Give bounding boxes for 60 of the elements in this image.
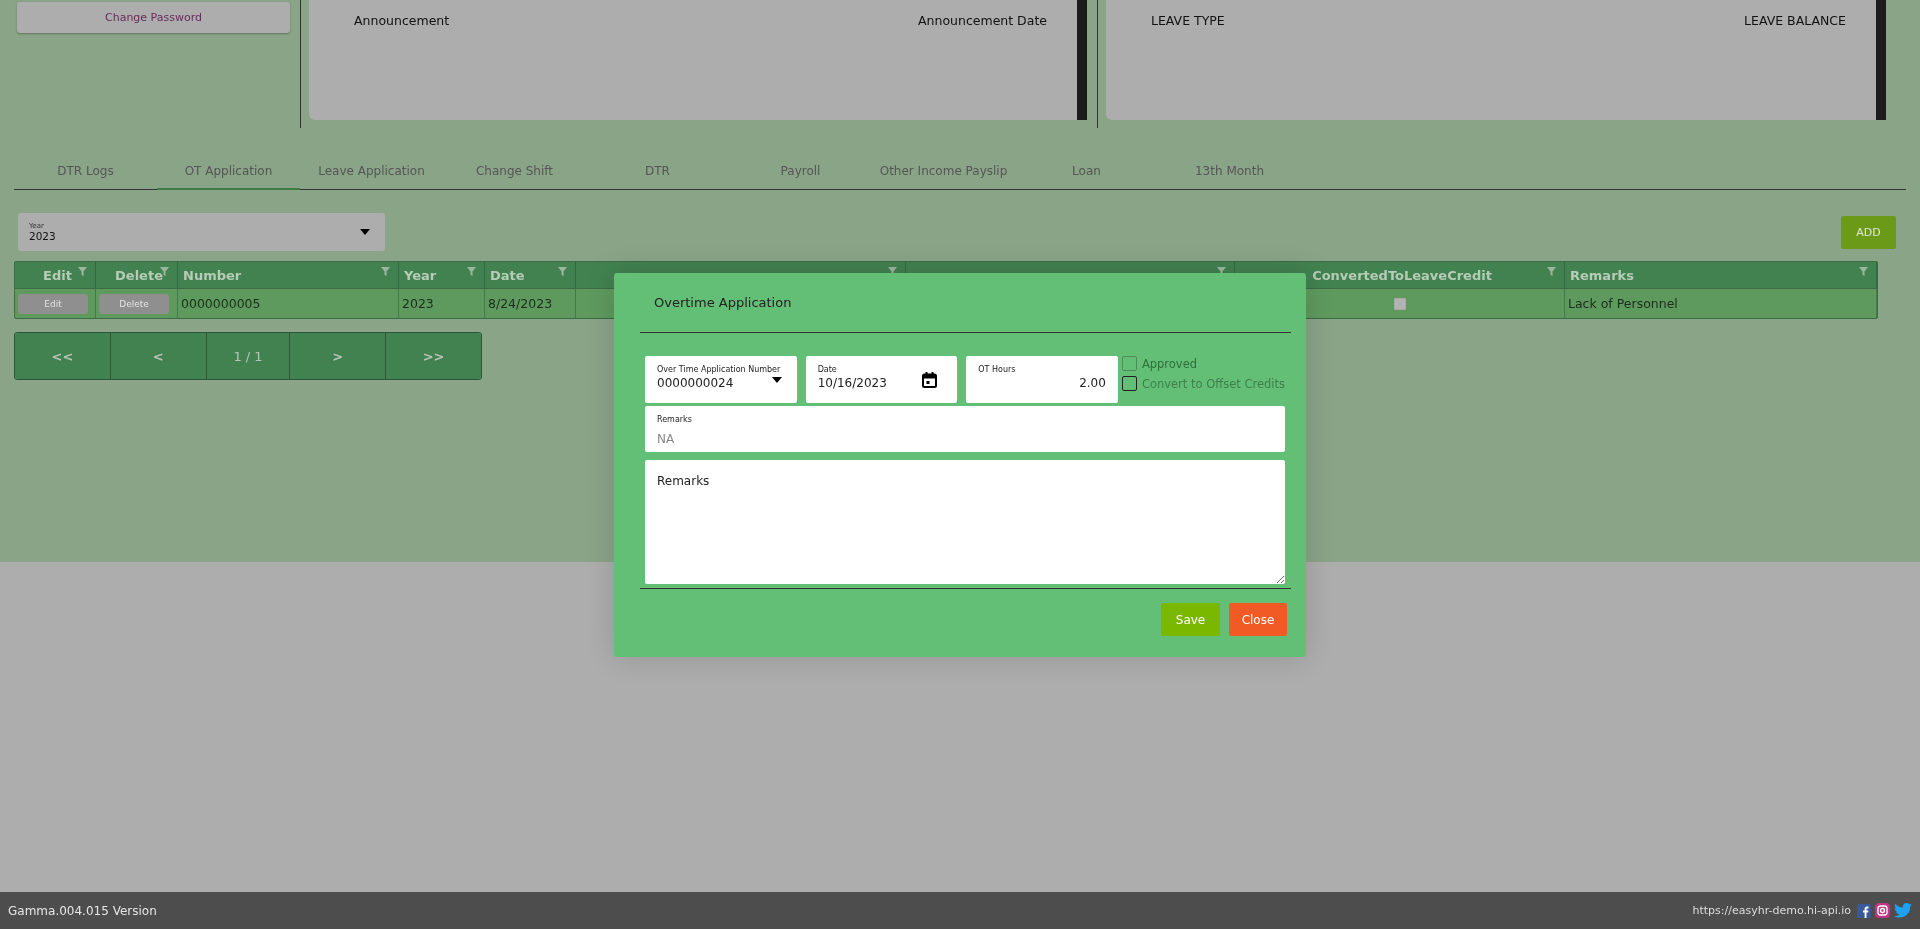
- caret-icon: [771, 377, 782, 383]
- edit-button[interactable]: Edit: [18, 293, 88, 314]
- column-header: LEAVE BALANCE: [1744, 13, 1846, 28]
- table-cell: Lack of Personnel: [1568, 296, 1678, 311]
- last-page-button[interactable]: >>: [386, 333, 481, 379]
- close-button[interactable]: Close: [1229, 603, 1287, 636]
- tab[interactable]: Payroll: [729, 154, 872, 190]
- tab[interactable]: DTR: [586, 154, 729, 190]
- date-field[interactable]: Date 10/16/2023: [805, 356, 958, 403]
- filter-icon[interactable]: [467, 267, 476, 276]
- application-number-select[interactable]: Over Time Application Number 0000000024: [645, 356, 797, 403]
- checkbox-label: Convert to Offset Credits: [1141, 376, 1285, 391]
- column-header: Announcement Date: [918, 13, 1047, 28]
- add-button[interactable]: ADD: [1841, 215, 1896, 249]
- save-button[interactable]: Save: [1161, 603, 1220, 636]
- tab[interactable]: Loan: [1015, 154, 1158, 190]
- filter-icon[interactable]: [78, 267, 87, 276]
- calendar-icon[interactable]: [922, 372, 938, 388]
- checkbox[interactable]: [1121, 376, 1137, 391]
- website-link[interactable]: https://easyhr-demo.hi-api.io: [1692, 904, 1851, 917]
- change-password-button[interactable]: Change Password: [17, 2, 290, 33]
- table-cell: 2023: [402, 296, 434, 311]
- column-header: Year: [404, 267, 437, 283]
- column-header: Number: [183, 267, 242, 283]
- first-page-button[interactable]: <<: [15, 333, 111, 379]
- table-cell: 0000000005: [181, 296, 261, 311]
- filter-icon[interactable]: [1859, 267, 1868, 276]
- version-text: Gamma.004.015 Version: [8, 903, 157, 918]
- tab[interactable]: DTR Logs: [14, 154, 157, 190]
- remarks-textarea[interactable]: Remarks: [645, 460, 1285, 584]
- column-header: Date: [490, 267, 525, 283]
- filter-icon[interactable]: [1547, 267, 1556, 276]
- table-cell: 8/24/2023: [488, 296, 553, 311]
- tab[interactable]: Change Shift: [443, 154, 586, 190]
- filter-icon[interactable]: [381, 267, 390, 276]
- column-header: Edit: [43, 267, 72, 283]
- tab[interactable]: Other Income Payslip: [872, 154, 1015, 190]
- next-page-button[interactable]: >: [290, 333, 387, 379]
- previous-page-button[interactable]: <: [110, 333, 207, 379]
- filter-icon[interactable]: [558, 267, 567, 276]
- column-header: Delete: [115, 267, 163, 283]
- tab[interactable]: 13th Month: [1158, 154, 1301, 190]
- column-header: Announcement: [354, 13, 450, 28]
- delete-button[interactable]: Delete: [99, 293, 169, 314]
- scrollbar[interactable]: [1876, 0, 1886, 120]
- instagram-icon[interactable]: [1875, 903, 1890, 918]
- ot-hours-field[interactable]: OT Hours 2.00: [966, 356, 1118, 403]
- scrollbar[interactable]: [1077, 0, 1087, 120]
- caret-icon: [360, 229, 370, 235]
- dialog-title: Overtime Application: [640, 273, 1291, 333]
- checkbox[interactable]: [1393, 297, 1406, 310]
- checkbox-label: Approved: [1141, 356, 1198, 371]
- page-indicator: 1 / 1: [206, 333, 291, 379]
- tab[interactable]: OT Application: [157, 154, 300, 190]
- column-header: ConvertedToLeaveCredit: [1312, 267, 1492, 283]
- field-label: Remarks: [657, 415, 692, 424]
- column-header: LEAVE TYPE: [1151, 13, 1225, 28]
- column-header: Remarks: [1570, 267, 1634, 283]
- tab[interactable]: Leave Application: [300, 154, 443, 190]
- facebook-icon[interactable]: [1857, 903, 1871, 918]
